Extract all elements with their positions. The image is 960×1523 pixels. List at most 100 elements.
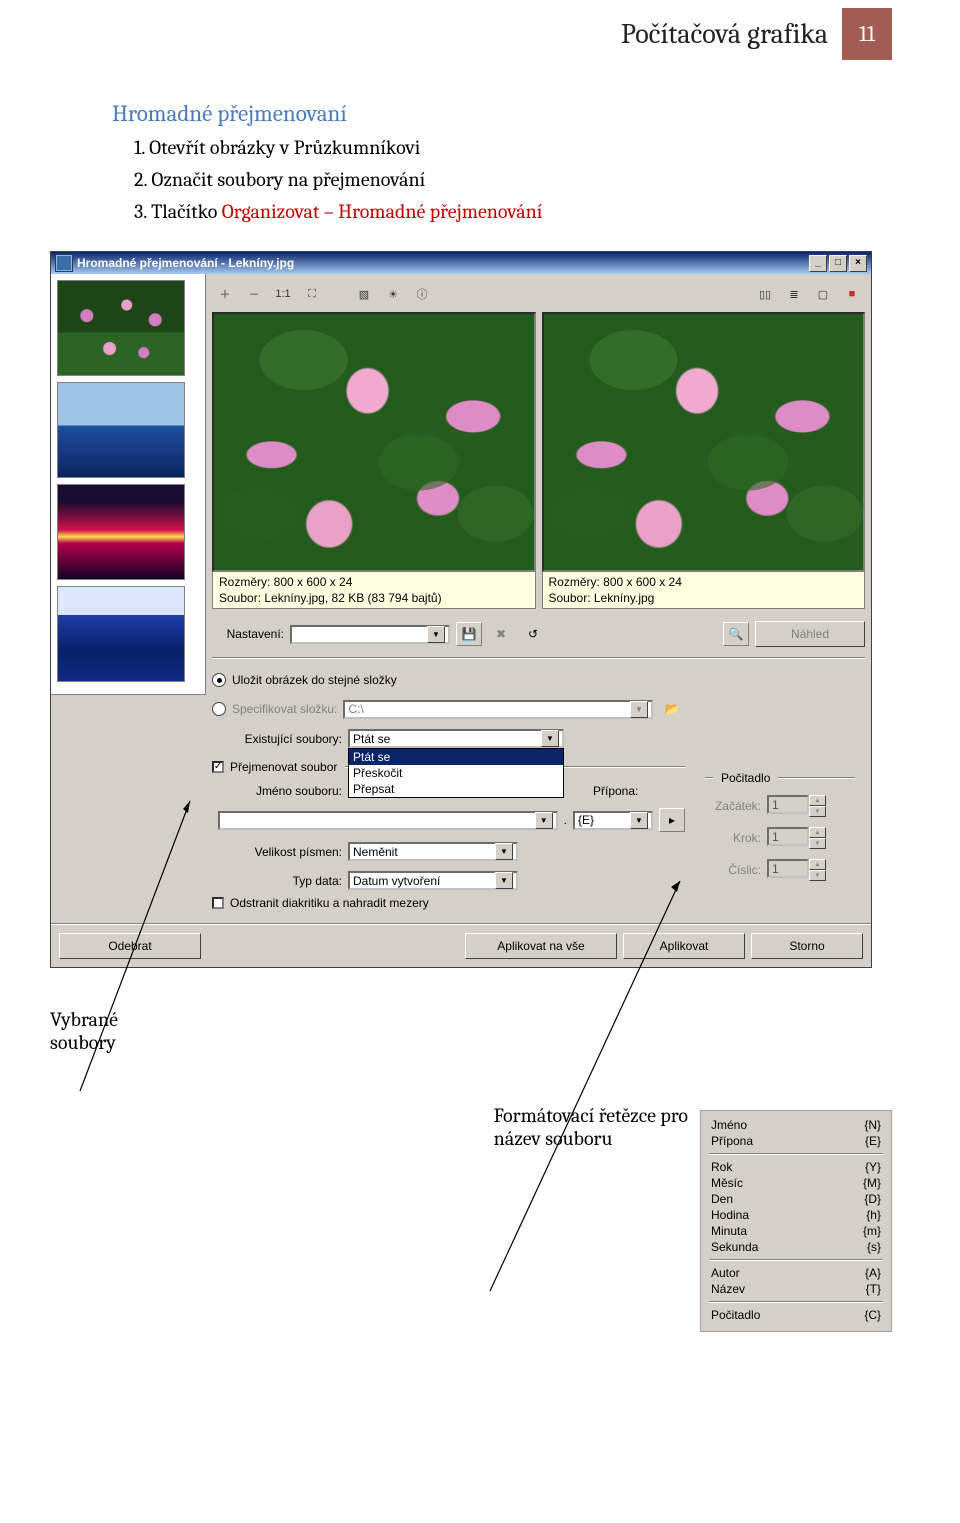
zoom-fit-icon[interactable]: ⛶ <box>299 282 325 306</box>
thumb-waves[interactable] <box>57 586 185 682</box>
settings-label: Nastavení: <box>212 627 284 641</box>
filename-combo[interactable]: ▼ <box>218 811 558 830</box>
date-type-label: Typ data: <box>212 874 342 888</box>
code-label: Hodina <box>711 1208 749 1222</box>
thumb-mountains[interactable] <box>57 382 185 478</box>
rename-checkbox[interactable]: ✓Přejmenovat soubor <box>212 760 337 774</box>
dropdown-option[interactable]: Ptát se <box>349 749 563 765</box>
rename-window: Hromadné přejmenování - Lekníny.jpg _ □ … <box>50 251 872 968</box>
histogram-icon[interactable]: ▧ <box>351 282 377 306</box>
chevron-down-icon[interactable]: ▼ <box>630 812 648 829</box>
spin-down-icon[interactable]: ▼ <box>809 838 826 849</box>
spin-up-icon[interactable]: ▲ <box>809 795 826 806</box>
minimize-button[interactable]: _ <box>809 255 827 272</box>
view-full-icon[interactable]: ■ <box>839 282 865 306</box>
preview-after <box>542 312 866 572</box>
remove-diacritics-checkbox[interactable]: Odstranit diakritiku a nahradit mezery <box>212 896 685 910</box>
cancel-button[interactable]: Storno <box>751 933 863 959</box>
view-list-icon[interactable]: ≣ <box>781 282 807 306</box>
spin-up-icon[interactable]: ▲ <box>809 827 826 838</box>
preview-button[interactable]: Náhled <box>755 621 865 647</box>
code-value: {N} <box>864 1118 881 1132</box>
thumb-lily[interactable] <box>57 280 185 376</box>
dot-separator: . <box>564 813 567 827</box>
delete-settings-icon[interactable]: ✖ <box>488 622 514 646</box>
existing-files-combo[interactable]: Ptát se ▼ <box>348 729 564 748</box>
step-spin[interactable]: ▲▼ <box>767 827 826 849</box>
combo-value: Ptát se <box>353 732 390 746</box>
dimensions-label: Rozměry: 800 x 600 x 24 <box>219 574 529 590</box>
apply-button[interactable]: Aplikovat <box>623 933 745 959</box>
code-label: Autor <box>711 1266 740 1280</box>
remove-button[interactable]: Odebrat <box>59 933 201 959</box>
info-icon[interactable]: ⓘ <box>409 282 435 306</box>
code-label: Minuta <box>711 1224 747 1238</box>
start-value[interactable] <box>767 795 809 814</box>
save-settings-icon[interactable]: 💾 <box>456 622 482 646</box>
code-label: Počitadlo <box>711 1308 760 1322</box>
radio-label: Uložit obrázek do stejné složky <box>232 673 397 687</box>
view-box-icon[interactable]: ▢ <box>810 282 836 306</box>
chevron-down-icon[interactable]: ▼ <box>495 872 513 889</box>
titlebar[interactable]: Hromadné přejmenování - Lekníny.jpg _ □ … <box>51 252 871 274</box>
chevron-down-icon[interactable]: ▼ <box>541 730 559 747</box>
dropdown-option[interactable]: Přepsat <box>349 781 563 797</box>
extension-combo[interactable]: {E} ▼ <box>573 811 653 830</box>
list-num: 2. <box>134 168 147 191</box>
undo-settings-icon[interactable]: ↺ <box>520 622 546 646</box>
spin-down-icon[interactable]: ▼ <box>809 870 826 881</box>
code-value: {M} <box>863 1176 881 1190</box>
spin-down-icon[interactable]: ▼ <box>809 806 826 817</box>
radio-specify-folder[interactable]: Specifikovat složku: <box>212 702 337 716</box>
thumb-sunset[interactable] <box>57 484 185 580</box>
list-item-text: Tlačítko <box>151 200 222 223</box>
window-title: Hromadné přejmenování - Lekníny.jpg <box>77 256 294 270</box>
digits-label: Číslic: <box>705 863 761 877</box>
list-item-text: Otevřít obrázky v Průzkumníkovi <box>149 136 420 159</box>
radio-save-same[interactable]: Uložit obrázek do stejné složky <box>212 673 685 687</box>
filename-label: Jméno souboru: <box>212 784 342 798</box>
chevron-down-icon[interactable]: ▼ <box>427 626 445 643</box>
dropdown-option[interactable]: Přeskočit <box>349 765 563 781</box>
close-button[interactable]: × <box>849 255 867 272</box>
insert-format-button[interactable]: ▸ <box>659 808 685 832</box>
maximize-button[interactable]: □ <box>829 255 847 272</box>
highlights-icon[interactable]: ☀ <box>380 282 406 306</box>
chevron-down-icon[interactable]: ▼ <box>495 843 513 860</box>
format-codes-panel: Jméno{N} Přípona{E} Rok{Y} Měsíc{M} Den{… <box>700 1110 892 1332</box>
settings-combo[interactable]: ▼ <box>290 625 450 644</box>
file-label: Soubor: Lekníny.jpg <box>549 590 859 606</box>
list-item-em: Organizovat – Hromadné přejmenování <box>222 200 543 223</box>
list-item-text: Označit soubory na přejmenování <box>151 168 425 191</box>
existing-files-dropdown[interactable]: Ptát se Přeskočit Přepsat <box>348 748 564 798</box>
digits-value[interactable] <box>767 859 809 878</box>
folder-combo[interactable]: C:\▼ <box>343 700 653 719</box>
start-spin[interactable]: ▲▼ <box>767 795 826 817</box>
spin-up-icon[interactable]: ▲ <box>809 859 826 870</box>
step-value[interactable] <box>767 827 809 846</box>
zoom-in-icon[interactable]: ＋ <box>212 282 238 306</box>
view-split-icon[interactable]: ▯▯ <box>752 282 778 306</box>
browse-folder-icon[interactable]: 📂 <box>659 697 685 721</box>
start-label: Začátek: <box>705 799 761 813</box>
chevron-down-icon[interactable]: ▼ <box>535 812 553 829</box>
thumbnail-strip[interactable] <box>51 274 206 695</box>
case-combo[interactable]: Neměnit ▼ <box>348 842 518 861</box>
section-heading: Hromadné přejmenovaní <box>112 100 892 127</box>
code-label: Název <box>711 1282 745 1296</box>
combo-value: Neměnit <box>353 845 398 859</box>
zoom-11-icon[interactable]: 1:1 <box>270 282 296 306</box>
list-num: 1. <box>134 136 145 159</box>
date-type-combo[interactable]: Datum vytvoření▼ <box>348 871 518 890</box>
chevron-down-icon[interactable]: ▼ <box>630 701 648 718</box>
code-value: {A} <box>865 1266 881 1280</box>
extension-label: Přípona: <box>593 784 651 798</box>
extension-value: {E} <box>578 813 594 827</box>
preview-icon[interactable]: 🔍 <box>723 622 749 646</box>
zoom-out-icon[interactable]: － <box>241 282 267 306</box>
step-label: Krok: <box>705 831 761 845</box>
digits-spin[interactable]: ▲▼ <box>767 859 826 881</box>
apply-all-button[interactable]: Aplikovat na vše <box>465 933 617 959</box>
list-num: 3. <box>134 200 147 223</box>
code-label: Jméno <box>711 1118 747 1132</box>
